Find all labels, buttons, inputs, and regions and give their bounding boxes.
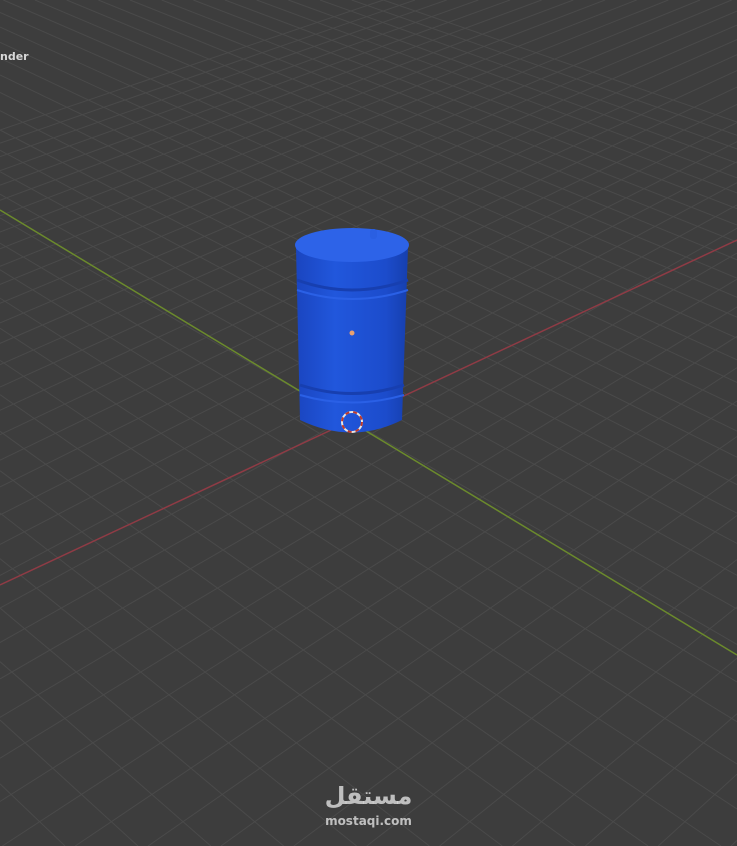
watermark-latin: mostaqi.com: [325, 814, 412, 828]
3d-viewport[interactable]: nder مستقل mostaqi.com: [0, 0, 737, 846]
barrel-lid: [295, 228, 409, 262]
origin-dot: [349, 330, 355, 336]
barrel-cap: [370, 229, 377, 239]
barrel-body: [296, 248, 408, 433]
watermark-arabic: مستقل: [324, 782, 413, 810]
barrel-object[interactable]: [0, 0, 737, 846]
